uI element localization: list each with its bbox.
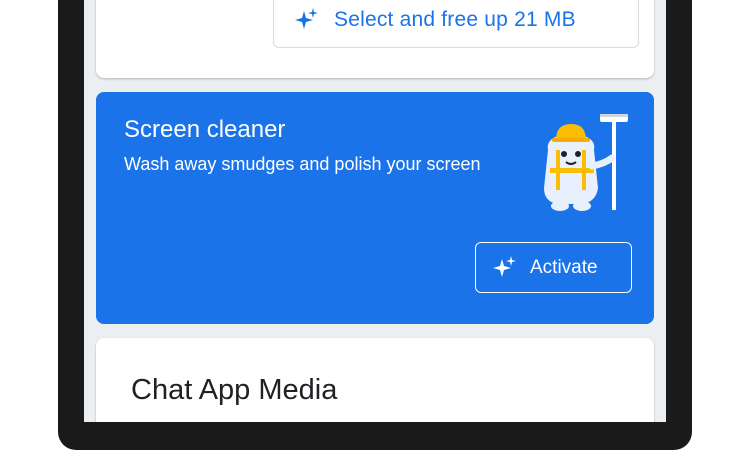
activate-button-label: Activate — [530, 256, 598, 278]
storage-card: Select and free up 21 MB — [96, 0, 654, 78]
screen-cleaner-description: Wash away smudges and polish your screen — [124, 154, 481, 174]
screen-cleaner-card: Screen cleaner Wash away smudges and pol… — [96, 92, 654, 324]
cleaner-mascot-illustration — [544, 114, 628, 211]
free-up-button[interactable]: Select and free up 21 MB — [273, 0, 639, 48]
sparkle-icon — [493, 255, 516, 277]
free-up-button-label: Select and free up 21 MB — [334, 8, 576, 31]
activate-button[interactable]: Activate — [475, 242, 632, 293]
chat-app-media-title: Chat App Media — [131, 374, 338, 406]
sparkle-icon — [295, 8, 318, 29]
chat-app-media-card[interactable]: Chat App Media — [96, 338, 654, 422]
app-screen: Select and free up 21 MB Screen cleaner … — [84, 0, 666, 422]
screen-cleaner-title: Screen cleaner — [124, 116, 286, 143]
